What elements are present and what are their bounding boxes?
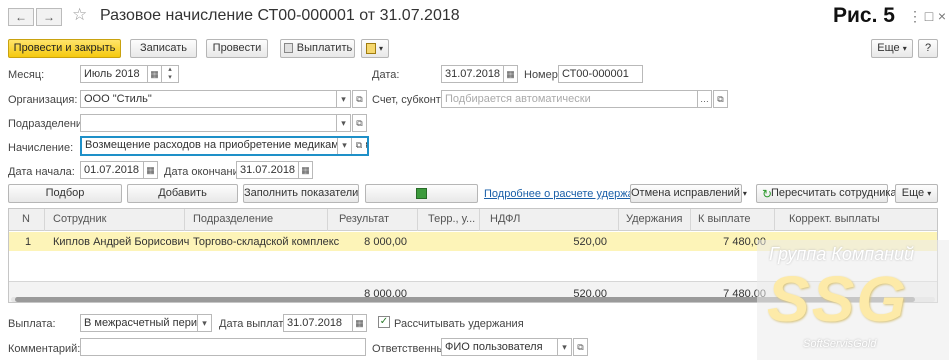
cell-result: 8 000,00 [364, 236, 407, 248]
cell-to-pay: 7 480,00 [723, 236, 766, 248]
payout-field[interactable]: В межрасчетный период [80, 314, 198, 332]
accrual-label: Начисление: [8, 142, 74, 154]
pay-icon [284, 43, 293, 53]
column-header[interactable]: Подразделение [193, 213, 273, 225]
withhold-checkbox[interactable]: ✓ [378, 316, 390, 328]
dropdown-arrow-icon[interactable]: ▾ [197, 314, 212, 332]
column-header[interactable]: Коррект. выплаты [789, 213, 880, 225]
number-label: Номер: [524, 69, 561, 81]
recalculate-label: Пересчитать сотрудника [771, 187, 897, 199]
watermark-brand-text: SoftServisGold [803, 338, 877, 350]
comment-label: Комментарий: [8, 343, 81, 355]
pay-button[interactable]: Выплатить [280, 39, 355, 58]
column-header[interactable]: Результат [339, 213, 389, 225]
help-button[interactable]: ? [918, 39, 938, 58]
end-date-field[interactable]: 31.07.2018 [236, 161, 299, 179]
dropdown-arrow-icon[interactable]: ▾ [337, 138, 352, 154]
add-button[interactable]: Добавить [127, 184, 238, 203]
cancel-corrections-button[interactable]: Отмена исправлений ▾ [630, 184, 747, 203]
table-more-label: Еще [901, 187, 925, 199]
calendar-icon[interactable]: ▦ [147, 65, 162, 83]
calendar-icon[interactable]: ▦ [143, 161, 158, 179]
date-field[interactable]: 31.07.2018 [441, 65, 504, 83]
column-header[interactable]: НДФЛ [490, 213, 520, 225]
chevron-down-icon: ▾ [379, 44, 384, 53]
cell-employee: Киплов Андрей Борисович [53, 236, 190, 248]
payout-label: Выплата: [8, 318, 56, 330]
print-icon [366, 43, 376, 54]
column-header[interactable]: К выплате [698, 213, 751, 225]
calendar-icon[interactable]: ▦ [503, 65, 518, 83]
cell-division: Торгово-складской комплекс [193, 236, 340, 248]
cell-ndfl: 520,00 [573, 236, 607, 248]
start-date-label: Дата начала: [8, 166, 75, 178]
pay-button-label: Выплатить [296, 42, 353, 54]
account-label: Счет, субконто: [372, 94, 450, 106]
print-menu-button[interactable]: ▾ [361, 39, 389, 58]
month-field[interactable]: Июль 2018 [80, 65, 148, 83]
accrual-field[interactable]: Возмещение расходов на приобретение меди… [80, 136, 369, 156]
save-button[interactable]: Записать [130, 39, 197, 58]
more-button-label: Еще [877, 42, 900, 54]
month-label: Месяц: [8, 69, 45, 81]
open-link-icon[interactable]: ⧉ [352, 114, 367, 132]
calendar-icon[interactable]: ▦ [352, 314, 367, 332]
open-link-icon[interactable]: ⧉ [573, 338, 588, 356]
column-header[interactable]: Сотрудник [53, 213, 106, 225]
division-label: Подразделение: [8, 118, 92, 130]
pay-date-field[interactable]: 31.07.2018 [283, 314, 353, 332]
chevron-down-icon: ▾ [742, 189, 747, 198]
division-field[interactable] [80, 114, 337, 132]
cancel-corrections-label: Отмена исправлений [631, 187, 740, 199]
column-header[interactable]: Удержания [626, 213, 682, 225]
withholding-details-link[interactable]: Подробнее о расчете удержаний [484, 188, 652, 200]
dropdown-arrow-icon[interactable]: ▾ [336, 90, 351, 108]
back-button[interactable]: ← [8, 8, 34, 26]
recalculate-employee-button[interactable]: ↻ Пересчитать сотрудника [756, 184, 897, 203]
column-header[interactable]: N [22, 213, 30, 225]
cell-number: 1 [25, 236, 32, 248]
dropdown-arrow-icon[interactable]: ▾ [336, 114, 351, 132]
account-field[interactable]: Подбирается автоматически [441, 90, 698, 108]
excel-import-button[interactable] [365, 184, 478, 203]
table-header: N Сотрудник Подразделение Результат Терр… [9, 209, 937, 231]
select-button[interactable]: Подбор [8, 184, 122, 203]
responsible-field[interactable]: ФИО пользователя [441, 338, 558, 356]
open-link-icon[interactable]: ⧉ [713, 90, 728, 108]
month-stepper[interactable]: ▴ ▾ [161, 65, 179, 83]
watermark: Группа Компаний SSG SoftServisGold [757, 240, 949, 360]
favorite-star-icon[interactable]: ☆ [72, 5, 87, 25]
organization-label: Организация: [8, 94, 78, 106]
close-icon[interactable]: × [933, 7, 949, 25]
figure-label: Рис. 5 [833, 4, 895, 27]
column-header[interactable]: Терр., у... [428, 213, 475, 225]
page-title: Разовое начисление СТ00-000001 от 31.07.… [100, 7, 460, 24]
forward-button[interactable]: → [36, 8, 62, 26]
table-load-icon [416, 188, 427, 199]
date-label: Дата: [372, 69, 400, 81]
refresh-icon: ↻ [762, 187, 773, 201]
table-more-button[interactable]: Еще ▾ [895, 184, 938, 203]
number-field[interactable]: СТ00-000001 [558, 65, 643, 83]
more-button[interactable]: Еще ▾ [871, 39, 913, 58]
watermark-logo-text: SSG [767, 263, 909, 335]
calendar-icon[interactable]: ▦ [298, 161, 313, 179]
organization-field[interactable]: ООО "Стиль" [80, 90, 337, 108]
select-icon[interactable]: … [697, 90, 712, 108]
post-and-close-button[interactable]: Провести и закрыть [8, 39, 121, 58]
post-button[interactable]: Провести [206, 39, 268, 58]
open-link-icon[interactable]: ⧉ [351, 138, 366, 154]
fill-indicators-button[interactable]: Заполнить показатели [243, 184, 359, 203]
chevron-down-icon: ▾ [927, 189, 932, 198]
start-date-field[interactable]: 01.07.2018 [80, 161, 144, 179]
dropdown-arrow-icon[interactable]: ▾ [557, 338, 572, 356]
chevron-down-icon: ▾ [902, 44, 907, 53]
withhold-label: Рассчитывать удержания [394, 318, 524, 330]
open-link-icon[interactable]: ⧉ [352, 90, 367, 108]
comment-field[interactable] [80, 338, 366, 356]
